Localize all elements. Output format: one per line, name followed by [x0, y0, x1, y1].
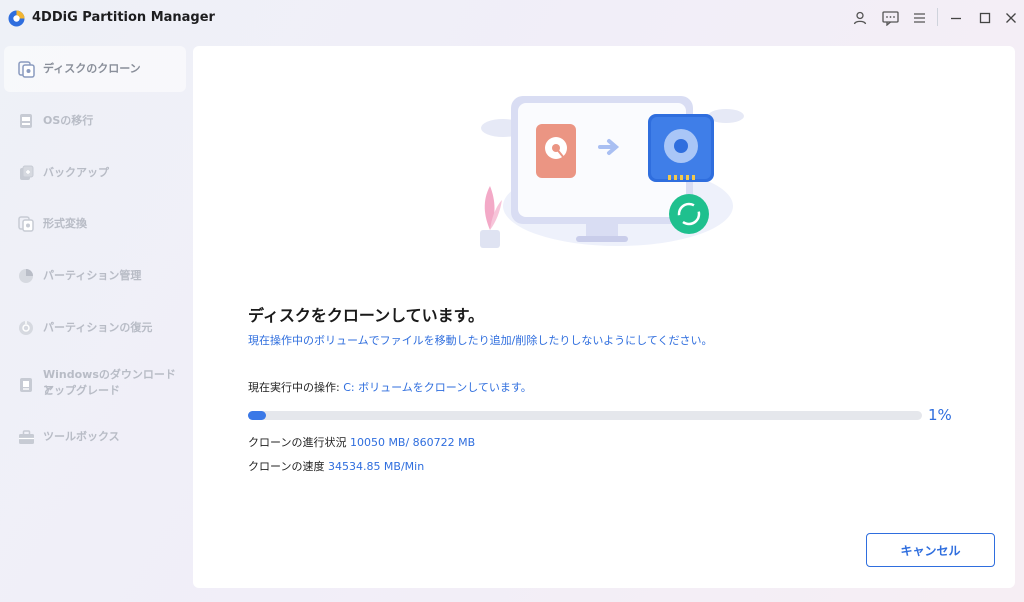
maximize-icon[interactable] [975, 8, 995, 28]
title-bar: 4DDiG Partition Manager [0, 0, 1024, 38]
windows-download-icon [17, 376, 35, 394]
sidebar-item-backup[interactable]: バックアップ [4, 150, 186, 196]
sidebar-item-label: OSの移行 [43, 114, 94, 127]
os-migrate-icon [17, 112, 35, 130]
sidebar-item-label: バックアップ [43, 166, 109, 179]
minimize-icon[interactable] [946, 8, 966, 28]
clone-speed-value: 34534.85 MB/Min [327, 460, 425, 473]
sidebar-item-toolbox[interactable]: ツールボックス [4, 414, 186, 460]
main-panel: ディスクをクローンしています。 現在操作中のボリュームでファイルを移動したり追加… [193, 46, 1015, 588]
warning-message: 現在操作中のボリュームでファイルを移動したり追加/削除したりしないようにしてくだ… [248, 334, 713, 347]
sidebar-item-label-line2: アップグレード [43, 384, 120, 397]
sidebar-item-label: ツールボックス [43, 430, 120, 443]
sidebar-item-partition[interactable]: パーティション管理 [4, 253, 186, 299]
partition-icon [17, 267, 35, 285]
clone-progress-value: 10050 MB/ 860722 MB [349, 436, 476, 449]
clone-progress: クローンの進行状況 10050 MB/ 860722 MB [248, 434, 475, 450]
user-icon[interactable] [850, 8, 870, 28]
cancel-button[interactable]: キャンセル [866, 533, 995, 567]
clone-speed: クローンの速度 34534.85 MB/Min [248, 458, 424, 474]
close-icon[interactable] [1001, 8, 1021, 28]
current-operation: 現在実行中の操作: C: ボリュームをクローンしています。 [248, 379, 532, 395]
feedback-icon[interactable] [880, 8, 900, 28]
sidebar-item-label: ディスクのクローン [43, 62, 141, 75]
app-logo-icon [8, 10, 25, 27]
sidebar-item-label: 形式変換 [43, 217, 87, 230]
sidebar-item-label: パーティションの復元 [43, 321, 153, 334]
sidebar: ディスクのクローン OSの移行 バックアップ 形式変換 パーティション管理 パー… [0, 44, 188, 602]
app-title: 4DDiG Partition Manager [32, 10, 215, 25]
operation-label: 現在実行中の操作: [248, 381, 340, 394]
progress-bar [248, 411, 922, 420]
sidebar-item-os-migrate[interactable]: OSの移行 [4, 98, 186, 144]
restore-icon [17, 319, 35, 337]
disk-clone-illustration [480, 96, 744, 248]
clone-speed-label: クローンの速度 [248, 460, 325, 473]
toolbox-icon [17, 428, 35, 446]
convert-icon [17, 215, 35, 233]
progress-percent: 1% [928, 406, 952, 424]
clone-progress-label: クローンの進行状況 [248, 436, 347, 449]
page-title: ディスクをクローンしています。 [248, 306, 485, 325]
sidebar-item-disk-clone[interactable]: ディスクのクローン [4, 46, 186, 92]
sidebar-item-restore[interactable]: パーティションの復元 [4, 305, 186, 351]
sidebar-item-windows-download[interactable]: Windowsのダウンロードと アップグレード [4, 358, 186, 412]
progress-bar-fill [248, 411, 266, 420]
backup-icon [17, 164, 35, 182]
disk-clone-icon [17, 60, 35, 78]
sidebar-item-convert[interactable]: 形式変換 [4, 201, 186, 247]
sidebar-item-label: パーティション管理 [43, 269, 142, 282]
operation-value: C: ボリュームをクローンしています。 [343, 381, 532, 394]
menu-icon[interactable] [909, 8, 929, 28]
titlebar-divider [937, 8, 938, 26]
